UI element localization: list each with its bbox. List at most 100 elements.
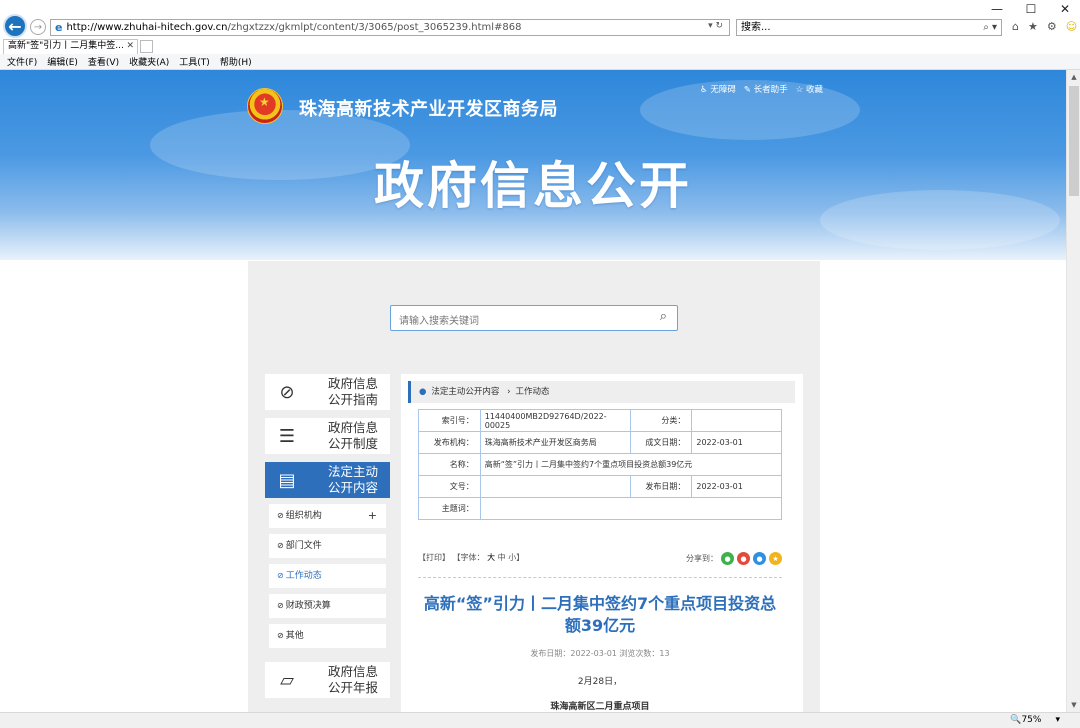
subnav-budget[interactable]: ⊘ 财政预决算 — [269, 594, 386, 618]
subnav-work-news[interactable]: ⊘ 工作动态 — [269, 564, 386, 588]
menu-edit[interactable]: 编辑(E) — [47, 55, 78, 68]
nav-annual-report[interactable]: ▱ 政府信息 公开年报 — [265, 662, 390, 698]
publisher-value: 珠海高新技术产业开发区商务局 — [479, 431, 631, 454]
minimize-button[interactable]: — — [990, 2, 1004, 16]
article-paragraph: 2月28日， — [577, 677, 623, 687]
list-icon: ☰ — [278, 425, 296, 447]
hero-banner: 珠海高新技术产业开发区商务局 ♿ 无障碍 ✎ 长者助手 ☆ 收藏 政府信息公开 — [0, 70, 1066, 260]
page-viewport: 珠海高新技术产业开发区商务局 ♿ 无障碍 ✎ 长者助手 ☆ 收藏 政府信息公开 … — [0, 70, 1066, 712]
menu-help[interactable]: 帮助(H) — [220, 55, 252, 68]
article-title: 高新“签”引力丨二月集中签约7个重点项目投资总额39亿元 — [423, 594, 777, 635]
index-label: 索引号： — [418, 409, 481, 432]
keywords-value — [479, 497, 783, 520]
content-panel: 请输入搜索关键词 ⌕ ⊘ 政府信息 公开指南 ☰ 政府信息 公开制度 ▤ 法定主动公… — [248, 261, 820, 712]
url-host: http://www.zhuhai-hitech.gov.cn — [66, 22, 228, 33]
nav-guide-line2: 公开指南 — [327, 392, 378, 407]
new-tab-button[interactable] — [140, 40, 153, 53]
qzone-share-icon[interactable]: ★ — [769, 552, 782, 565]
vertical-scrollbar[interactable]: ▲ ▼ — [1066, 70, 1080, 712]
keywords-label: 主题词： — [418, 497, 481, 520]
name-value: 高新“签”引力丨二月集中签约7个重点项目投资总额39亿元 — [479, 453, 783, 476]
zoom-dropdown-icon[interactable]: ▾ — [1055, 715, 1060, 725]
link-icon: ⊘ — [277, 601, 284, 610]
window-controls: — ☐ ✕ — [990, 2, 1072, 16]
table-row: 名称： 高新“签”引力丨二月集中签约7个重点项目投资总额39亿元 — [418, 453, 783, 476]
close-window-button[interactable]: ✕ — [1058, 2, 1072, 16]
qq-share-icon[interactable]: ● — [753, 552, 766, 565]
menu-file[interactable]: 文件(F) — [7, 55, 37, 68]
tab-label: 高新"签"引力丨二月集中签... — [8, 41, 124, 51]
nav-system-line1: 政府信息 — [327, 420, 378, 435]
breadcrumb-separator: › — [507, 387, 511, 397]
docno-label: 文号： — [418, 475, 481, 498]
address-bar: ← → e http://www.zhuhai-hitech.gov.cn /z… — [0, 14, 1080, 38]
browser-search-icon[interactable]: ⌕ ▾ — [983, 20, 997, 35]
nav-guide-label: 政府信息 公开指南 — [323, 376, 383, 408]
table-row: 发布机构： 珠海高新技术产业开发区商务局 成文日期： 2022-03-01 — [418, 431, 782, 454]
forward-button[interactable]: → — [30, 19, 46, 35]
print-link[interactable]: 【打印】 — [418, 553, 450, 562]
maximize-button[interactable]: ☐ — [1024, 2, 1038, 16]
nav-guide-line1: 政府信息 — [327, 376, 378, 391]
breadcrumb-item-statutory[interactable]: 法定主动公开内容 — [431, 387, 499, 397]
back-button[interactable]: ← — [3, 14, 27, 38]
divider — [418, 577, 782, 578]
share-label: 分享到： — [686, 554, 718, 563]
font-mid-link[interactable]: 中 — [498, 553, 506, 562]
url-path: /zhgxtzzx/gkmlpt/content/3/3065/post_306… — [227, 22, 522, 33]
nav-statutory[interactable]: ▤ 法定主动 公开内容 — [265, 462, 390, 498]
zoom-control[interactable]: 🔍75% ▾ — [1010, 715, 1060, 725]
search-icon[interactable]: ⌕ — [660, 309, 667, 324]
scroll-up-arrow-icon[interactable]: ▲ — [1067, 70, 1080, 84]
site-search-input[interactable]: 请输入搜索关键词 ⌕ — [390, 305, 678, 331]
scroll-down-arrow-icon[interactable]: ▼ — [1067, 698, 1080, 712]
font-big-link[interactable]: 大 — [487, 553, 495, 562]
wechat-share-icon[interactable]: ● — [721, 552, 734, 565]
subnav-label: 财政预决算 — [285, 601, 331, 611]
url-field[interactable]: e http://www.zhuhai-hitech.gov.cn /zhgxt… — [50, 19, 730, 36]
article-meta: 发布日期：2022-03-01 浏览次数：13 — [530, 649, 670, 658]
elder-assistant-link[interactable]: ✎ 长者助手 — [744, 83, 788, 95]
subnav-other[interactable]: ⊘ 其他 — [269, 624, 386, 648]
gear-icon[interactable]: ⚙ — [1047, 20, 1057, 33]
nav-annual-line2: 公开年报 — [327, 680, 378, 695]
share-bar: 分享到： ● ● ● ★ — [686, 552, 782, 565]
nav-system-line2: 公开制度 — [327, 436, 378, 451]
tab-current[interactable]: 高新"签"引力丨二月集中签... ✕ — [3, 39, 138, 54]
breadcrumb: ● 法定主动公开内容 › 工作动态 — [408, 381, 795, 403]
url-refresh-icon[interactable]: ▾ ↻ — [708, 21, 723, 31]
subnav-label: 组织机构 — [285, 511, 322, 521]
subnav-department-docs[interactable]: ⊘ 部门文件 — [269, 534, 386, 558]
menu-view[interactable]: 查看(V) — [88, 55, 119, 68]
name-label: 名称： — [418, 453, 481, 476]
feedback-smiley-icon[interactable]: ☺ — [1066, 20, 1077, 33]
site-name: 珠海高新技术产业开发区商务局 — [299, 99, 558, 120]
subnav-label: 工作动态 — [285, 571, 322, 581]
pubdate-value: 2022-03-01 — [691, 475, 782, 498]
expand-plus-icon[interactable]: + — [368, 504, 377, 528]
nav-statutory-line2: 公开内容 — [327, 480, 378, 495]
ie-page-icon: e — [55, 21, 63, 34]
menu-favorites[interactable]: 收藏夹(A) — [129, 55, 169, 68]
accessibility-link[interactable]: ♿ 无障碍 — [700, 83, 736, 95]
bookmark-link[interactable]: ☆ 收藏 — [796, 83, 823, 95]
nav-system[interactable]: ☰ 政府信息 公开制度 — [265, 418, 390, 454]
publisher-label: 发布机构： — [418, 431, 481, 454]
weibo-share-icon[interactable]: ● — [737, 552, 750, 565]
menu-tools[interactable]: 工具(T) — [179, 55, 210, 68]
scroll-thumb[interactable] — [1069, 86, 1079, 196]
font-size-label: 【字体： — [452, 553, 485, 562]
index-value: 11440400MB2D92764D/2022-00025 — [479, 409, 631, 432]
subnav-organization[interactable]: ⊘ 组织机构 + — [269, 504, 386, 528]
category-value — [691, 409, 782, 432]
breadcrumb-item-work-news[interactable]: 工作动态 — [516, 387, 550, 397]
favorites-star-icon[interactable]: ★ — [1028, 20, 1038, 33]
article-tools: 【打印】 【字体： 大 中 小】 分享到： ● ● ● ★ — [418, 552, 782, 568]
table-row: 主题词： — [418, 497, 783, 520]
tab-close-icon[interactable]: ✕ — [126, 40, 134, 53]
created-date-label: 成文日期： — [629, 431, 693, 454]
font-small-link[interactable]: 小 — [508, 553, 516, 562]
nav-guide[interactable]: ⊘ 政府信息 公开指南 — [265, 374, 390, 410]
browser-search-input[interactable]: 搜索... ⌕ ▾ — [736, 19, 1002, 36]
home-icon[interactable]: ⌂ — [1012, 20, 1019, 33]
